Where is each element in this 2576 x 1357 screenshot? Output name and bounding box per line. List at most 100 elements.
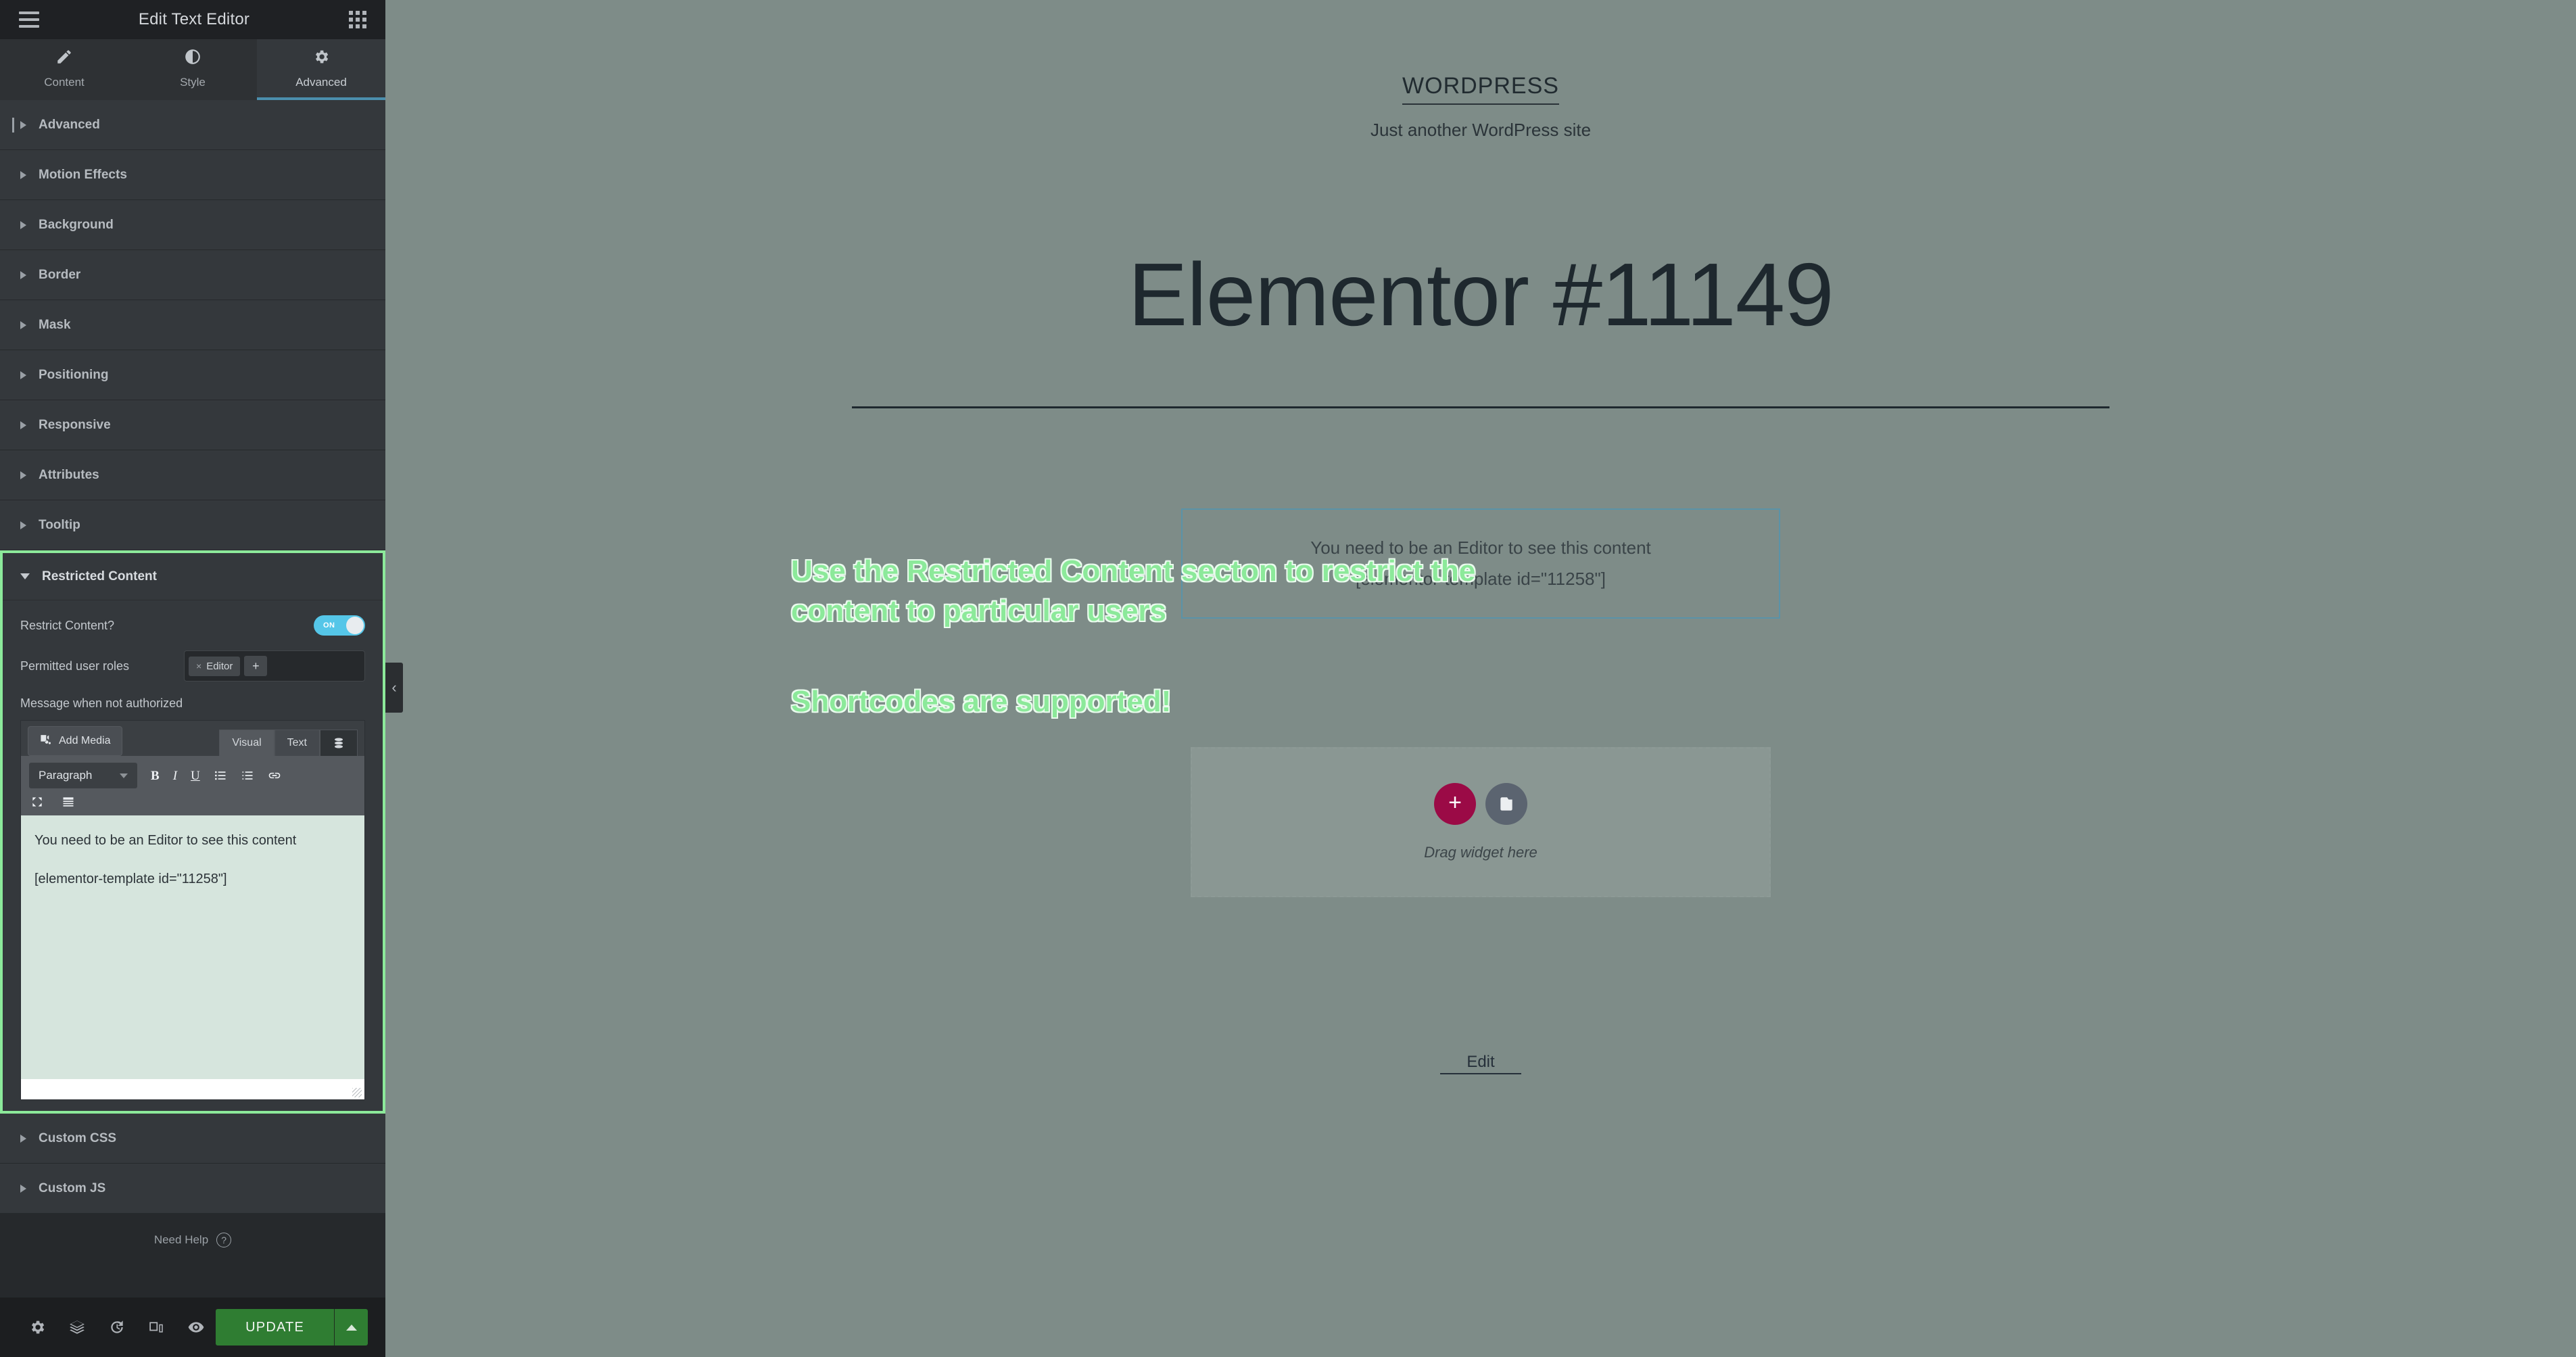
numbered-list-icon[interactable] bbox=[241, 769, 254, 782]
toggle-knob bbox=[346, 617, 364, 634]
insert-link-icon[interactable] bbox=[268, 769, 281, 782]
annotation-text: Use the Restricted Content secton to res… bbox=[791, 554, 1476, 628]
tab-content[interactable]: Content bbox=[0, 39, 128, 100]
editor-panel-sidebar: Edit Text Editor Content Style Advanced … bbox=[0, 0, 385, 1357]
bulleted-list-icon[interactable] bbox=[214, 769, 227, 782]
section-advanced[interactable]: Advanced bbox=[0, 100, 385, 150]
permitted-roles-input[interactable]: × Editor + bbox=[184, 650, 365, 682]
bold-button[interactable]: B bbox=[151, 769, 160, 782]
panel-title: Edit Text Editor bbox=[138, 10, 250, 28]
paragraph-format-select[interactable]: Paragraph bbox=[29, 763, 137, 788]
pencil-icon bbox=[55, 48, 73, 69]
panel-collapse-handle[interactable]: ‹ bbox=[385, 663, 403, 713]
section-positioning[interactable]: Positioning bbox=[0, 350, 385, 400]
preview-eye-icon[interactable] bbox=[176, 1318, 216, 1336]
hamburger-menu-icon[interactable] bbox=[19, 11, 39, 28]
annotation-overlay: Use the Restricted Content secton to res… bbox=[791, 551, 1487, 721]
editor-content-area[interactable]: You need to be an Editor to see this con… bbox=[21, 815, 364, 1079]
section-restricted-content-header[interactable]: Restricted Content bbox=[3, 553, 383, 600]
editor-media-bar: Add Media Visual Text bbox=[21, 721, 364, 756]
toolbar-row-primary: Paragraph B I U bbox=[29, 763, 356, 788]
editor-paragraph: [elementor-template id="11258"] bbox=[34, 872, 227, 886]
section-label: Motion Effects bbox=[39, 167, 127, 182]
tab-style[interactable]: Style bbox=[128, 39, 257, 100]
section-label: Custom CSS bbox=[39, 1130, 117, 1145]
section-motion-effects[interactable]: Motion Effects bbox=[0, 150, 385, 200]
editor-database-icon[interactable] bbox=[320, 730, 358, 756]
remove-role-icon[interactable]: × bbox=[196, 661, 201, 671]
section-label: Background bbox=[39, 217, 114, 232]
role-tag-label: Editor bbox=[206, 660, 233, 672]
gear-icon bbox=[312, 48, 330, 69]
section-active-bar bbox=[12, 117, 14, 133]
site-title-link[interactable]: WORDPRESS bbox=[1402, 73, 1559, 105]
restricted-content-body: Restrict Content? ON Permitted user role… bbox=[3, 600, 383, 1111]
update-button[interactable]: UPDATE bbox=[216, 1309, 334, 1346]
italic-button[interactable]: I bbox=[173, 769, 177, 782]
section-label: Mask bbox=[39, 317, 71, 332]
annotation-text: Shortcodes are supported! bbox=[791, 684, 1172, 718]
grid-apps-icon[interactable] bbox=[348, 11, 366, 28]
caret-up-icon bbox=[345, 1324, 357, 1331]
tab-advanced[interactable]: Advanced bbox=[257, 39, 385, 100]
fullscreen-icon[interactable] bbox=[30, 795, 44, 809]
responsive-mode-icon[interactable] bbox=[137, 1318, 176, 1336]
permitted-roles-label: Permitted user roles bbox=[20, 659, 130, 673]
chevron-right-icon bbox=[20, 120, 26, 129]
chevron-right-icon bbox=[20, 270, 26, 279]
section-custom-css[interactable]: Custom CSS bbox=[0, 1114, 385, 1164]
section-label: Advanced bbox=[39, 117, 100, 132]
add-media-button[interactable]: Add Media bbox=[28, 726, 122, 756]
message-not-authorized-label: Message when not authorized bbox=[20, 696, 183, 710]
tab-style-label: Style bbox=[180, 75, 206, 89]
need-help-label: Need Help bbox=[153, 1233, 209, 1246]
section-background[interactable]: Background bbox=[0, 200, 385, 250]
section-mask[interactable]: Mask bbox=[0, 300, 385, 350]
need-help-link[interactable]: Need Help ? bbox=[0, 1214, 385, 1265]
edit-post-link[interactable]: Edit bbox=[1440, 1053, 1521, 1074]
add-widget-button[interactable]: + bbox=[1434, 783, 1476, 825]
section-attributes[interactable]: Attributes bbox=[0, 450, 385, 500]
navigator-layers-icon[interactable] bbox=[57, 1318, 97, 1336]
editor-tab-visual[interactable]: Visual bbox=[219, 730, 275, 756]
toolbar-row-secondary bbox=[29, 795, 356, 809]
restrict-content-row: Restrict Content? ON bbox=[20, 615, 365, 636]
section-border[interactable]: Border bbox=[0, 250, 385, 300]
section-responsive[interactable]: Responsive bbox=[0, 400, 385, 450]
toggle-toolbar-icon[interactable] bbox=[62, 795, 75, 809]
update-options-button[interactable] bbox=[334, 1309, 368, 1346]
underline-button[interactable]: U bbox=[191, 769, 200, 782]
title-divider bbox=[852, 406, 2109, 408]
section-restricted-content: Restricted Content Restrict Content? ON … bbox=[0, 550, 385, 1114]
panel-footer: UPDATE bbox=[0, 1298, 385, 1357]
site-header: WORDPRESS Just another WordPress site bbox=[385, 0, 2576, 141]
settings-gear-icon[interactable] bbox=[18, 1318, 57, 1336]
preview-canvas: WORDPRESS Just another WordPress site El… bbox=[385, 0, 2576, 1357]
panel-sections-scroll[interactable]: Advanced Motion Effects Background Borde… bbox=[0, 100, 385, 1298]
chevron-down-icon bbox=[120, 773, 128, 778]
dropzone-buttons: + bbox=[1434, 783, 1527, 825]
editor-status-bar bbox=[21, 1079, 364, 1099]
history-icon[interactable] bbox=[97, 1318, 137, 1336]
section-label: Tooltip bbox=[39, 517, 80, 532]
template-folder-icon[interactable] bbox=[1485, 783, 1527, 825]
role-tag-editor[interactable]: × Editor bbox=[189, 656, 241, 676]
add-role-button[interactable]: + bbox=[244, 656, 268, 676]
chevron-right-icon bbox=[20, 320, 26, 329]
restrict-content-toggle[interactable]: ON bbox=[314, 615, 365, 636]
resize-handle-icon[interactable] bbox=[352, 1088, 362, 1097]
elementor-editor-root: Edit Text Editor Content Style Advanced … bbox=[0, 0, 2576, 1357]
section-tooltip[interactable]: Tooltip bbox=[0, 500, 385, 550]
panel-tabs: Content Style Advanced bbox=[0, 39, 385, 100]
chevron-down-icon bbox=[20, 573, 30, 579]
chevron-right-icon bbox=[20, 421, 26, 429]
permitted-roles-row: Permitted user roles × Editor + bbox=[20, 650, 365, 682]
restrict-content-label: Restrict Content? bbox=[20, 618, 115, 632]
editor-tab-text[interactable]: Text bbox=[274, 730, 320, 756]
chevron-right-icon bbox=[20, 521, 26, 529]
chevron-right-icon bbox=[20, 471, 26, 479]
drag-widget-dropzone[interactable]: + Drag widget here bbox=[1191, 747, 1771, 897]
section-label: Restricted Content bbox=[42, 569, 157, 584]
wysiwyg-editor: Add Media Visual Text Paragraph B I U Yo… bbox=[20, 720, 365, 1100]
section-custom-js[interactable]: Custom JS bbox=[0, 1164, 385, 1214]
